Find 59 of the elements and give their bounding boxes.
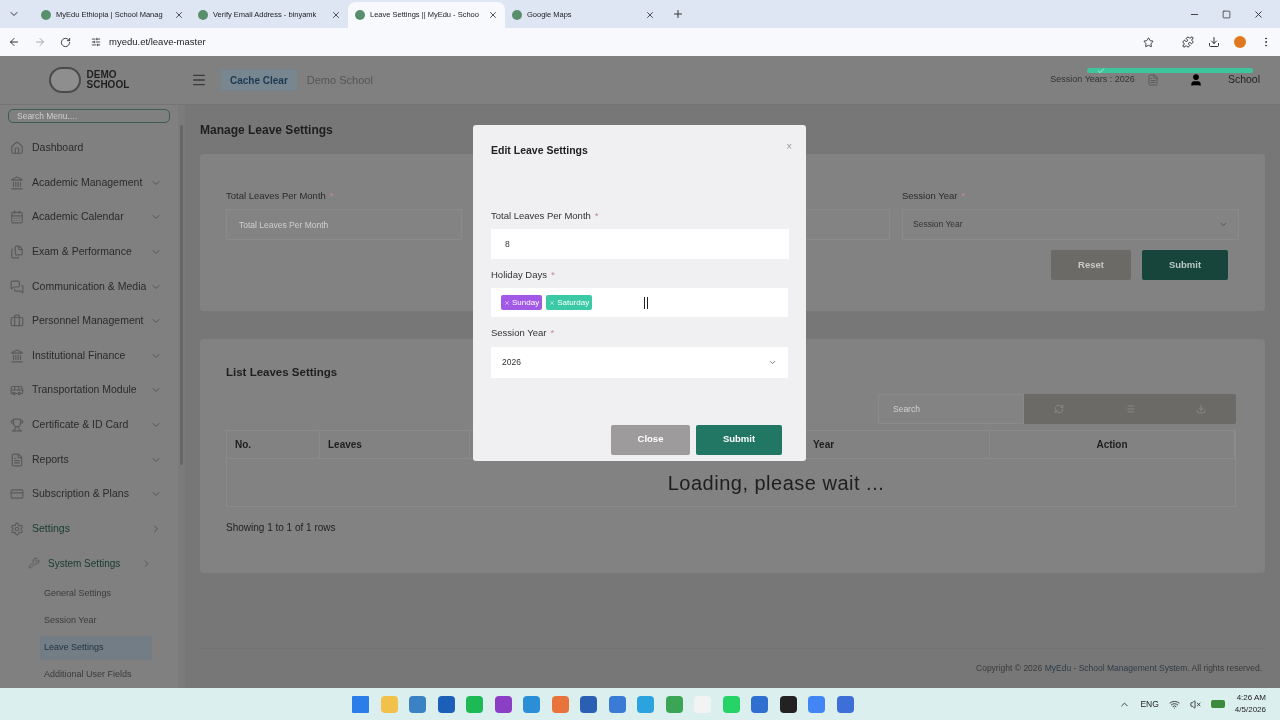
field-label: Holiday Days * [491,268,556,282]
sidebar-link[interactable]: Additional User Fields [40,662,152,687]
sidebar-item[interactable]: Subscription & Plans [0,476,178,512]
sidebar-item[interactable]: Transportation Module [0,373,178,408]
holiday-tag[interactable]: Saturday [546,295,593,311]
required-mark: * [961,190,966,201]
column-header: Action [1096,438,1128,453]
close-button[interactable]: × [786,139,792,154]
required-mark: * [550,327,555,339]
sidebar-item[interactable]: Certificate & ID Card [0,407,178,443]
session-text: Session Years : 2026 [1050,73,1135,87]
field-label: Total Leaves Per Month * [491,208,600,223]
required-mark: * [550,269,555,280]
field-label: Session Year * [491,326,556,341]
holiday-tag[interactable]: Sunday [501,295,543,311]
user-name: School [1227,72,1260,88]
logo-text: DEMO SCHOOL [86,70,131,90]
sidebar-link[interactable]: Leave Settings [40,635,152,660]
clock[interactable]: 4:26 AM 4/5/2026 [1234,692,1266,716]
address-field[interactable]: myedu.et/leave-master [85,31,1160,53]
table-search-field[interactable]: Search [878,394,1024,425]
sidebar-item[interactable]: Dashboard [0,130,178,166]
sidebar-item[interactable]: Communication & Media [0,269,178,304]
field-label: Total Leaves Per Month * [226,189,335,203]
total-leaves-field[interactable]: 8 [491,229,789,259]
sidebar-item[interactable]: Personnel Management [0,303,178,339]
reset-button[interactable]: Reset [1051,250,1131,281]
total-leaves-field[interactable]: Total Leaves Per Month [226,209,462,241]
column-header: No. [235,438,252,453]
sidebar-item[interactable]: Academic Management [0,165,178,201]
required-mark: * [594,209,599,221]
pagination-info: Showing 1 to 1 of 1 rows [226,521,337,536]
page-title: Manage Leave Settings [200,122,334,139]
field-label: Session Year * [902,189,967,203]
column-header: Year [813,438,835,453]
language-indicator[interactable]: ENG [1140,697,1159,711]
submit-button[interactable]: Submit [696,424,782,455]
sidebar-link[interactable]: General Settings [40,581,152,606]
modal-title: Edit Leave Settings [491,143,589,158]
card-title: List Leaves Settings [226,365,339,380]
dropdown-field[interactable]: 2026 [491,346,788,378]
loading-text: Loading, please wait ... [667,470,885,496]
sidebar-subitem[interactable]: System Settings [0,546,178,580]
sidebar-item[interactable]: Reports [0,442,178,477]
holiday-days-field[interactable]: Sunday Saturday [491,288,788,318]
submit-button[interactable]: Submit [1142,250,1228,281]
sidebar-item[interactable]: Exam & Performance [0,234,178,270]
time-text: 4:26 AM [1236,692,1266,704]
sidebar-item[interactable]: Academic Calendar [0,200,178,235]
sidebar-link[interactable]: Session Year [40,608,152,633]
sidebar-item[interactable]: Institutional Finance [0,338,178,374]
column-header: Leaves [328,438,362,453]
search-field[interactable]: Search Menu.... [8,109,170,123]
cache-clear-button[interactable]: Cache Clear [221,69,297,91]
session-select[interactable]: Session Year [902,209,1239,241]
date-text: 4/5/2026 [1234,704,1266,716]
close-button[interactable]: Close [611,424,690,455]
required-mark: * [329,190,334,201]
sidebar-item[interactable]: Settings [0,511,178,546]
